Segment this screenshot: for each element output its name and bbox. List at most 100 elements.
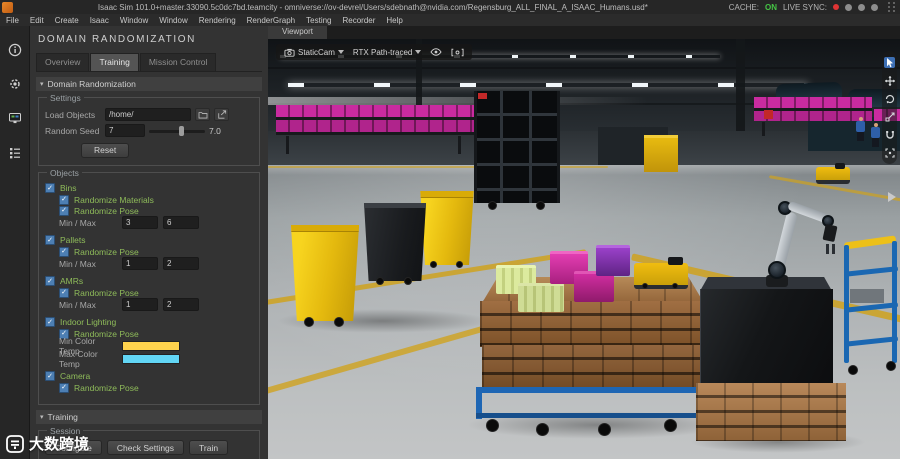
check-icon: ✓ [47,278,53,285]
viewport-canvas[interactable]: StaticCam RTX Path-traced [268,39,900,459]
pink-box-table [754,97,872,131]
random-seed-display: 7.0 [209,126,221,136]
rack-shelf [276,132,476,135]
min-color-temp-swatch[interactable] [122,341,180,351]
amrs-max-input[interactable] [163,298,199,311]
person-legs [872,138,879,147]
bins-checkbox[interactable]: ✓ [45,183,55,193]
camera-selector[interactable]: StaticCam [284,48,344,57]
section-label: Domain Randomization [48,79,136,89]
slider-handle[interactable] [179,126,184,136]
capture-icon [451,48,464,57]
train-button[interactable]: Train [189,440,228,455]
cart-rail [557,91,560,203]
amrs-randomize-pose-checkbox[interactable]: ✓ [59,288,69,298]
gripper-finger [832,244,835,254]
bins-max-input[interactable] [163,216,199,229]
check-icon: ✓ [61,248,67,255]
reset-button[interactable]: Reset [81,143,129,158]
menu-help[interactable]: Help [386,16,402,25]
training-section-label: Training [48,412,78,422]
settings-legend: Settings [47,93,84,103]
play-button[interactable] [887,189,896,207]
max-color-temp-swatch[interactable] [122,354,180,364]
camera-checkbox[interactable]: ✓ [45,371,55,381]
cart-shelf [844,266,898,277]
load-objects-input[interactable] [105,108,191,121]
select-tool-icon[interactable] [884,57,895,68]
amrs-checkbox[interactable]: ✓ [45,276,55,286]
maximize-button[interactable] [858,4,865,11]
camera-label: Camera [60,371,90,381]
renderer-selector[interactable]: RTX Path-traced [353,48,421,57]
tab-mission-control[interactable]: Mission Control [140,53,217,71]
person-legs [857,132,864,141]
menu-testing[interactable]: Testing [306,16,331,25]
panel-title: DOMAIN RANDOMIZATION [38,34,268,45]
rotate-tool-icon[interactable] [884,93,895,104]
bin-wheel [304,317,314,327]
indoor-lighting-checkbox[interactable]: ✓ [45,317,55,327]
cart-wheel [598,423,611,436]
frame-tool-icon[interactable] [884,147,895,158]
capture-button[interactable] [451,48,464,57]
bins-min-input[interactable] [122,216,158,229]
tab-training[interactable]: Training [90,53,138,71]
grip-dots-icon [888,2,896,12]
pallets-max-input[interactable] [163,257,199,270]
visibility-button[interactable] [430,48,442,56]
random-seed-input[interactable] [105,124,145,137]
bins-randomize-pose-checkbox[interactable]: ✓ [59,206,69,216]
live-sync-label: LIVE SYNC: [783,3,827,12]
info-icon[interactable] [7,42,23,58]
bins-minmax-label: Min / Max [59,218,117,228]
minimize-button[interactable] [845,4,852,11]
random-seed-slider[interactable] [149,126,205,136]
pallets-checkbox[interactable]: ✓ [45,235,55,245]
menu-recorder[interactable]: Recorder [343,16,376,25]
camera-randomize-pose-checkbox[interactable]: ✓ [59,383,69,393]
table-leg [762,122,765,136]
max-color-temp-label: Max Color Temp [59,349,117,369]
menu-edit[interactable]: Edit [30,16,44,25]
menu-rendergraph[interactable]: RenderGraph [247,16,295,25]
amrs-randomize-pose-label: Randomize Pose [74,288,139,298]
menu-create[interactable]: Create [55,16,79,25]
title-bar: Isaac Sim 101.0+master.33090.5c0dc7bd.te… [0,0,900,15]
list-icon[interactable] [7,144,23,160]
monitor-icon[interactable] [7,110,23,126]
pale-green-bin [518,283,564,312]
pallets-min-input[interactable] [122,257,158,270]
bin-rim [362,203,428,208]
menu-file[interactable]: File [6,16,19,25]
viewport-tab[interactable]: Viewport [268,26,327,39]
cart-shelf [844,336,898,347]
tab-overview[interactable]: Overview [36,53,89,71]
menu-window-1[interactable]: Window [120,16,148,25]
black-wheeled-bin [362,203,428,281]
bin-rim [288,225,362,232]
renderer-selector-label: RTX Path-traced [353,48,412,57]
menu-isaac[interactable]: Isaac [90,16,109,25]
close-button[interactable] [871,4,878,11]
training-section-header[interactable]: ▾ Training [36,410,262,424]
menu-rendering[interactable]: Rendering [199,16,236,25]
watermark-logo-icon [6,435,24,453]
snap-tool-icon[interactable] [884,129,895,140]
cart-wheel [886,361,896,371]
export-button[interactable] [214,108,229,121]
gear-icon[interactable] [7,76,23,92]
folder-browse-button[interactable] [195,108,210,121]
domain-randomization-section-header[interactable]: ▾ Domain Randomization [36,77,262,91]
pallets-randomize-pose-checkbox[interactable]: ✓ [59,247,69,257]
menu-window-2[interactable]: Window [159,16,187,25]
camera-group: ✓Camera ✓Randomize Pose [45,370,253,393]
bins-randomize-materials-checkbox[interactable]: ✓ [59,195,69,205]
yellow-wheeled-bin-left [288,225,362,321]
move-tool-icon[interactable] [884,75,895,86]
scale-tool-icon[interactable] [884,111,895,122]
chevron-down-icon [338,50,344,54]
amrs-min-input[interactable] [122,298,158,311]
bins-label: Bins [60,183,77,193]
check-settings-button[interactable]: Check Settings [107,440,184,455]
